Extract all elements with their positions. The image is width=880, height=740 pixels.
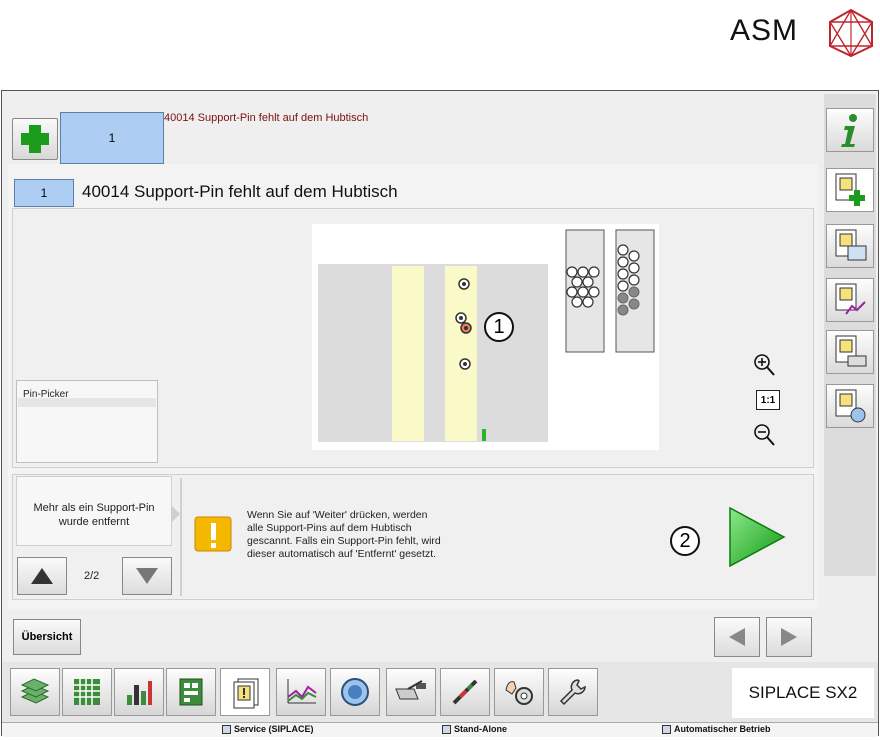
warning-icon (194, 516, 232, 552)
triangle-down-icon (136, 568, 158, 584)
alarm-icon (233, 678, 259, 709)
pin-strip-left (392, 266, 424, 441)
camera-icon (341, 678, 369, 706)
wrench-icon (559, 679, 586, 706)
taskbar-wrench-button[interactable] (548, 668, 598, 716)
taskbar-alarm-button[interactable] (220, 668, 270, 716)
taskbar-board-button[interactable] (166, 668, 216, 716)
alarm-tab-1[interactable]: 1 (60, 112, 164, 164)
next-step-button[interactable] (122, 557, 172, 595)
status-user-text: Service (SIPLACE) (234, 724, 314, 734)
asm-logo-icon (828, 8, 874, 58)
instruction-text: Wenn Sie auf 'Weiter' drücken, werden al… (247, 509, 487, 561)
bar-chart-icon (127, 681, 152, 705)
alarm-add-icon (835, 173, 865, 206)
alarm-chart-button[interactable] (826, 278, 874, 322)
instruction-line: Wenn Sie auf 'Weiter' drücken, werden (247, 509, 428, 521)
alarm-number-badge: 1 (14, 179, 74, 207)
instruction-line: dieser automatisch auf 'Entfernt' gesetz… (247, 548, 437, 560)
taskbar-hand-gear-button[interactable] (494, 668, 544, 716)
operation-icon (662, 724, 671, 734)
taskbar-trend-button[interactable] (276, 668, 326, 716)
forward-button[interactable] (766, 617, 812, 657)
green-plus-icon (21, 125, 49, 153)
callout-2: 2 (670, 526, 700, 556)
info-icon (841, 114, 857, 147)
trend-icon (287, 679, 317, 704)
lift-table (318, 264, 548, 442)
hand-gear-icon (505, 681, 533, 705)
zoom-in-icon[interactable] (752, 352, 776, 382)
alarm-print-button[interactable] (826, 330, 874, 374)
board-icon (179, 678, 203, 706)
alarm-print-icon (835, 335, 867, 367)
taskbar-camera-button[interactable] (330, 668, 380, 716)
page-title: 40014 Support-Pin fehlt auf dem Hubtisch (82, 182, 398, 201)
alarm-monitor-icon (835, 229, 867, 261)
status-operation-text: Automatischer Betrieb (674, 724, 771, 734)
alarm-camera-button[interactable] (826, 384, 874, 428)
overview-button[interactable]: Übersicht (13, 619, 81, 655)
add-alarm-button[interactable] (12, 118, 58, 160)
page-indicator: 2/2 (84, 570, 100, 582)
hint-box: Mehr als ein Support-Pin wurde entfernt (16, 476, 172, 546)
alarm-camera-icon (835, 389, 866, 423)
arrow-right-icon (781, 628, 797, 646)
previous-step-button[interactable] (17, 557, 67, 595)
hint-line-2: wurde entfernt (58, 516, 130, 528)
status-user: Service (SIPLACE) (222, 723, 314, 735)
alarm-message-top: 40014 Support-Pin fehlt auf dem Hubtisch (164, 112, 369, 124)
zoom-fit-button[interactable]: 1:1 (756, 390, 780, 410)
taskbar-chart-button[interactable] (114, 668, 164, 716)
pin-strip-right (445, 266, 477, 441)
divider (180, 478, 182, 596)
arrow-left-icon (729, 628, 745, 646)
pin-picker-label: Pin-Picker (23, 389, 69, 400)
pin-picker-list[interactable]: Pin-Picker (16, 380, 158, 463)
zoom-out-icon[interactable] (752, 422, 776, 452)
alarm-chart-icon (835, 283, 866, 315)
callout-1: 1 (484, 312, 514, 342)
hint-pointer (172, 506, 180, 522)
support-pin-diagram[interactable] (312, 224, 659, 450)
continue-button[interactable] (726, 506, 788, 568)
taskbar-nozzle-button[interactable] (440, 668, 490, 716)
mode-icon (442, 724, 451, 734)
taskbar-stack-button[interactable] (10, 668, 60, 716)
status-mode-text: Stand-Alone (454, 724, 507, 734)
info-button[interactable] (826, 108, 874, 152)
triangle-up-icon (31, 568, 53, 584)
grid-icon (74, 679, 100, 705)
taskbar-grid-button[interactable] (62, 668, 112, 716)
user-icon (222, 724, 231, 734)
alarm-add-button[interactable] (826, 168, 874, 212)
stack-icon (20, 678, 50, 704)
feeder-icon (395, 680, 426, 700)
hint-line-1: Mehr als ein Support-Pin (33, 502, 155, 514)
instruction-line: gescannt. Falls ein Support-Pin fehlt, w… (247, 535, 441, 547)
nozzle-icon (452, 679, 478, 705)
taskbar-feeder-button[interactable] (386, 668, 436, 716)
alarm-monitor-button[interactable] (826, 224, 874, 268)
instruction-line: alle Support-Pins auf dem Hubtisch (247, 522, 412, 534)
machine-name: SIPLACE SX2 (732, 668, 874, 718)
status-operation: Automatischer Betrieb (662, 723, 771, 735)
status-mode: Stand-Alone (442, 723, 507, 735)
back-button[interactable] (714, 617, 760, 657)
brand-name: ASM (730, 14, 799, 47)
